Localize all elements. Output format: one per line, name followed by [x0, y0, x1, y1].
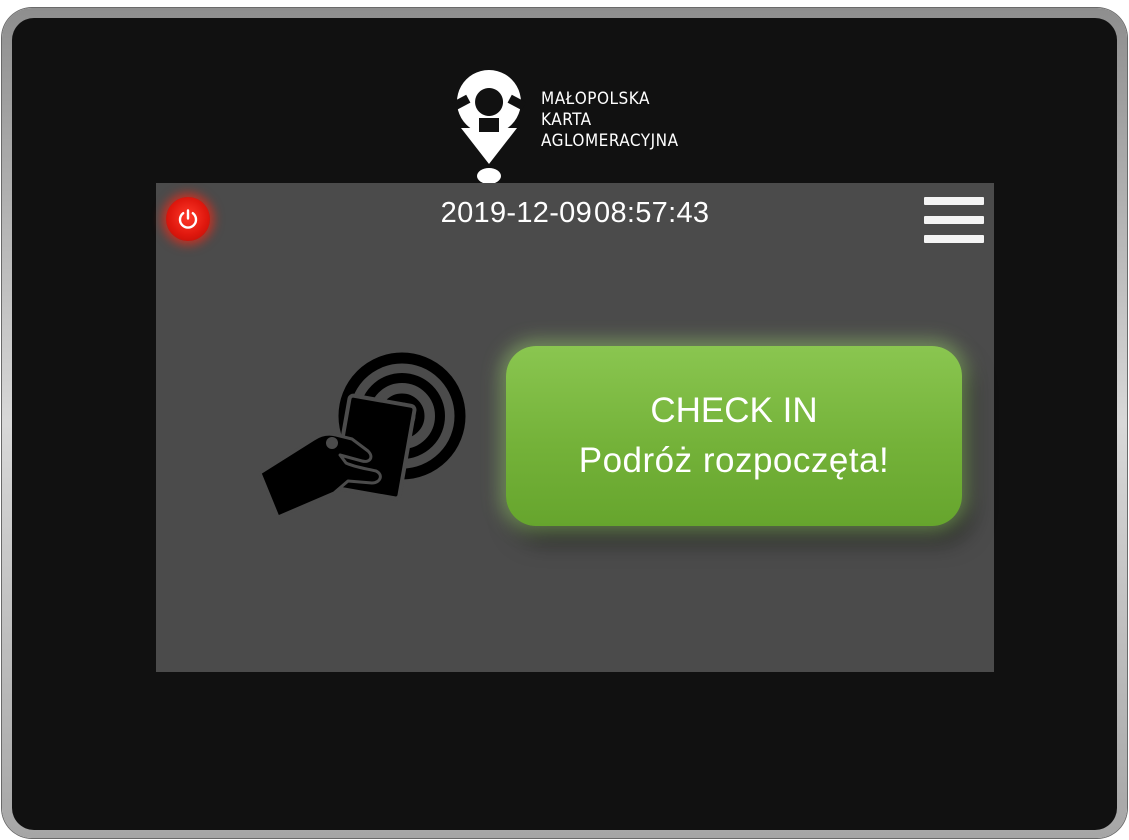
hand-card-nfc-icon — [258, 352, 466, 519]
validator-screen: 2019-12-0908:57:43 CHECK IN Podróż rozpo… — [156, 183, 994, 672]
menu-button[interactable] — [924, 197, 984, 249]
brand-line-1: MAŁOPOLSKA — [541, 89, 650, 109]
brand-logo: MAŁOPOLSKA KARTA AGLOMERACYJNA — [449, 68, 749, 188]
pin-logo-icon — [452, 70, 526, 184]
checkin-title: CHECK IN — [650, 391, 818, 430]
date-text: 2019-12-09 — [440, 197, 593, 229]
checkin-subtitle: Podróż rozpoczęta! — [578, 441, 890, 480]
checkin-banner[interactable]: CHECK IN Podróż rozpoczęta! — [506, 346, 962, 526]
brand-line-2: KARTA — [541, 110, 592, 130]
datetime: 2019-12-0908:57:43 — [156, 197, 994, 230]
brand-name: MAŁOPOLSKA KARTA AGLOMERACYJNA — [541, 89, 679, 152]
time-text: 08:57:43 — [594, 197, 710, 229]
brand-line-3: AGLOMERACYJNA — [541, 131, 679, 151]
